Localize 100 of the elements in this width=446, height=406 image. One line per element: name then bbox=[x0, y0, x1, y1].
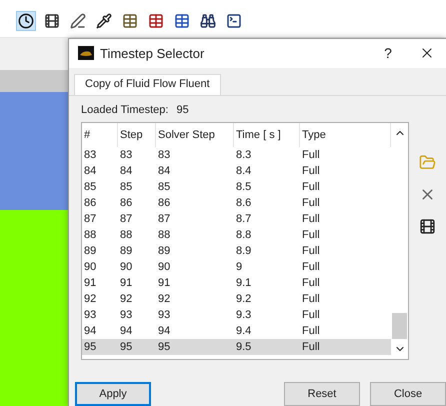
column-header[interactable]: # bbox=[82, 123, 118, 147]
table-cell-text: 8.7 bbox=[235, 212, 252, 227]
table-cell-text: 85 bbox=[157, 180, 172, 195]
table-cell-text: 85 bbox=[83, 180, 98, 195]
table-cell-text: 86 bbox=[119, 196, 134, 211]
table-cell-text: 84 bbox=[119, 164, 134, 179]
table-cell-text: Full bbox=[301, 180, 321, 195]
table-cell-text: 87 bbox=[157, 212, 172, 227]
table-cell-text: 9.4 bbox=[235, 324, 252, 339]
toolbar-button[interactable] bbox=[68, 11, 88, 31]
table-cell-text: Full bbox=[301, 292, 321, 307]
table-cell-text: 9.1 bbox=[235, 276, 252, 291]
table-cell-text: 87 bbox=[119, 212, 134, 227]
loaded-timestep-label: Loaded Timestep: bbox=[81, 102, 168, 118]
table-cell-text: 91 bbox=[119, 276, 134, 291]
table-cell-text: Full bbox=[301, 308, 321, 323]
table-cell-text: 83 bbox=[119, 148, 134, 163]
table-cell-text: 94 bbox=[119, 324, 134, 339]
table-cell-text: Full bbox=[301, 324, 321, 339]
table-cell-text: 87 bbox=[83, 212, 98, 227]
table-cell-text: 88 bbox=[83, 228, 98, 243]
window-title: Timestep Selector bbox=[100, 44, 204, 63]
table-cell-text: 93 bbox=[119, 308, 134, 323]
table-cell-text: 92 bbox=[119, 292, 134, 307]
table-row[interactable]: 89 89 89 8.9 Full bbox=[82, 243, 391, 259]
table-cell-text: 93 bbox=[83, 308, 98, 323]
table-cell-text: 83 bbox=[83, 148, 98, 163]
tab[interactable]: Copy of Fluid Flow Fluent bbox=[74, 74, 221, 94]
dialog-button[interactable]: Close bbox=[370, 382, 446, 406]
table-cell-text: 88 bbox=[157, 228, 172, 243]
table-cell-text: 86 bbox=[157, 196, 172, 211]
panel-bar bbox=[0, 70, 68, 92]
table-cell-text: 86 bbox=[83, 196, 98, 211]
table-cell-text: 94 bbox=[83, 324, 98, 339]
table-cell-text: 92 bbox=[157, 292, 172, 307]
binoculars-icon bbox=[200, 13, 216, 29]
table-row[interactable]: 87 87 87 8.7 Full bbox=[82, 211, 391, 227]
table-cell-text: Full bbox=[301, 196, 321, 211]
table-cell-text: 9.5 bbox=[235, 340, 252, 355]
table-row[interactable]: 83 83 83 8.3 Full bbox=[82, 147, 391, 163]
table-cell-text: Full bbox=[301, 276, 321, 291]
table-cell-text: 95 bbox=[83, 340, 98, 355]
scrollbar-thumb[interactable] bbox=[392, 313, 407, 339]
table-icon bbox=[122, 13, 138, 29]
table-cell-text: 9.3 bbox=[235, 308, 252, 323]
table-cell-text: Full bbox=[301, 340, 321, 355]
table-row[interactable]: 92 92 92 9.2 Full bbox=[82, 291, 391, 307]
app-logo-icon bbox=[78, 46, 94, 60]
dialog-button[interactable]: Apply bbox=[75, 382, 151, 406]
table-row[interactable]: 85 85 85 8.5 Full bbox=[82, 179, 391, 195]
film-icon bbox=[44, 13, 60, 29]
table-cell-text: Full bbox=[301, 244, 321, 259]
toolbar-button[interactable] bbox=[94, 11, 114, 31]
table-cell-text: 84 bbox=[83, 164, 98, 179]
table-cell-text: 90 bbox=[119, 260, 134, 275]
table-cell-text: 92 bbox=[83, 292, 98, 307]
toolbar-button[interactable] bbox=[16, 11, 36, 31]
terminal-icon bbox=[226, 13, 242, 29]
table-row[interactable]: 93 93 93 9.3 Full bbox=[82, 307, 391, 323]
table-cell-text: 93 bbox=[157, 308, 172, 323]
table-cell-text: 9 bbox=[235, 260, 244, 275]
table-row[interactable]: 91 91 91 9.1 Full bbox=[82, 275, 391, 291]
dialog-button[interactable]: Reset bbox=[284, 382, 360, 406]
folder-icon bbox=[418, 154, 436, 170]
table-cell-text: 88 bbox=[119, 228, 134, 243]
column-header[interactable]: Solver Step bbox=[156, 123, 234, 147]
table-cell-text: Full bbox=[301, 148, 321, 163]
table-cell-text: 8.5 bbox=[235, 180, 252, 195]
column-header[interactable]: Step bbox=[118, 123, 156, 147]
table-cell-text: 8.8 bbox=[235, 228, 252, 243]
table-cell-text: 90 bbox=[83, 260, 98, 275]
table-cell-text: 8.4 bbox=[235, 164, 252, 179]
table-cell-text: 8.6 bbox=[235, 196, 252, 211]
table-row[interactable]: 90 90 90 9 Full bbox=[82, 259, 391, 275]
table-cell-text: 83 bbox=[157, 148, 172, 163]
table-row[interactable]: 84 84 84 8.4 Full bbox=[82, 163, 391, 179]
table-cell-text: Full bbox=[301, 212, 321, 227]
pen-icon bbox=[70, 13, 86, 29]
table-cell-text: 94 bbox=[157, 324, 172, 339]
table-cell-text: 85 bbox=[119, 180, 134, 195]
help-button[interactable]: ? bbox=[368, 42, 408, 64]
table-row[interactable]: 94 94 94 9.4 Full bbox=[82, 323, 391, 339]
table-cell-text: 84 bbox=[157, 164, 172, 179]
table-cell-text: 89 bbox=[157, 244, 172, 259]
table-cell-text: 89 bbox=[119, 244, 134, 259]
table-icon bbox=[148, 13, 164, 29]
table-cell-text: 9.2 bbox=[235, 292, 252, 307]
table-row[interactable]: 95 95 95 9.5 Full bbox=[82, 339, 391, 355]
table-cell-text: 91 bbox=[157, 276, 172, 291]
table-cell-text: 8.3 bbox=[235, 148, 252, 163]
table-cell-text: 8.9 bbox=[235, 244, 252, 259]
table-cell-text: 95 bbox=[119, 340, 134, 355]
loaded-timestep-value: 95 bbox=[176, 102, 189, 118]
table-cell-text: Full bbox=[301, 228, 321, 243]
table-icon bbox=[174, 13, 190, 29]
table-row[interactable]: 88 88 88 8.8 Full bbox=[82, 227, 391, 243]
clock-icon bbox=[18, 13, 34, 29]
film-icon bbox=[418, 218, 436, 234]
column-header[interactable]: Time [ s ] bbox=[234, 123, 300, 147]
table-row[interactable]: 86 86 86 8.6 Full bbox=[82, 195, 391, 211]
